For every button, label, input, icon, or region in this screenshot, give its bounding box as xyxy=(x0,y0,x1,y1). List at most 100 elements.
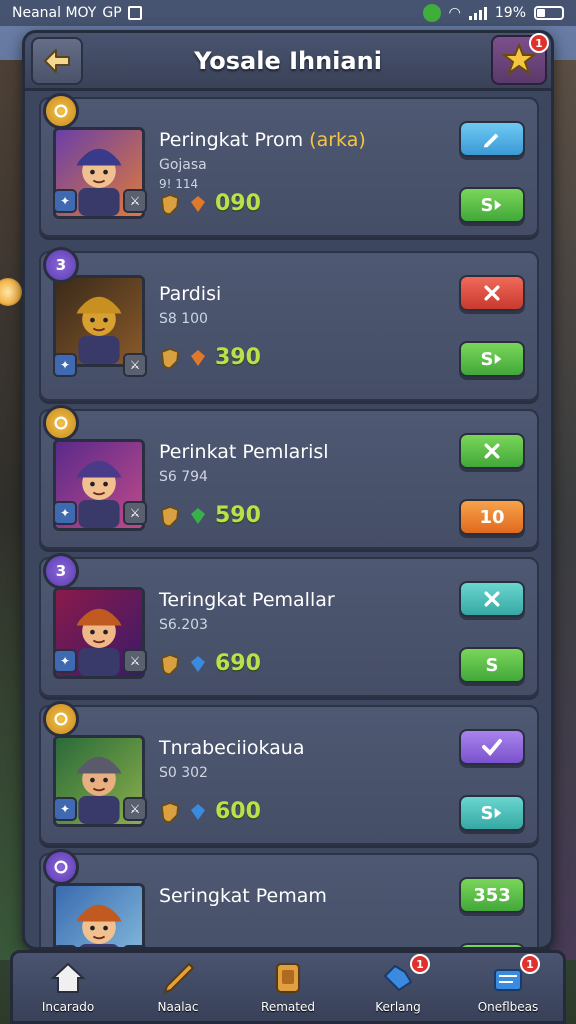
wifi-icon: ◠ xyxy=(448,5,461,21)
class-icon: ✦ xyxy=(53,189,77,213)
player-stats: 390 xyxy=(159,345,261,370)
gem-stat-icon xyxy=(191,349,205,366)
action-button-bottom[interactable]: S xyxy=(459,341,525,377)
star-button[interactable]: 1 xyxy=(491,33,549,85)
medal-icon xyxy=(54,712,68,726)
class-icon: ✦ xyxy=(53,797,77,821)
nav-label: Remated xyxy=(261,1000,315,1014)
ranking-card[interactable]: ✦ ⚔ Peringkat Prom (arka) Gojasa 9! 114 … xyxy=(39,93,539,237)
player-id: 9! 114 xyxy=(159,177,199,191)
action-button-top[interactable]: 353 xyxy=(459,877,525,913)
nav-label: Kerlang xyxy=(375,1000,421,1014)
nav-item-incarado[interactable]: Incarado xyxy=(18,960,118,1014)
active-call-icon xyxy=(422,4,441,22)
shield-stat-icon xyxy=(161,347,179,369)
ranking-card[interactable]: ✦ ⚔ Tnrabeciiokaua S0 302 600 S xyxy=(39,701,539,845)
action-button-bottom[interactable]: S xyxy=(459,647,525,683)
player-score: 390 xyxy=(215,345,261,370)
home-icon xyxy=(50,962,86,993)
action-button-bottom[interactable] xyxy=(459,943,525,947)
nav-label: Incarado xyxy=(41,1000,95,1014)
player-subtitle: S0 302 xyxy=(159,765,208,781)
carrier-suffix: GP xyxy=(102,5,122,21)
shield-stat-icon xyxy=(161,193,179,215)
rank-badge: 3 xyxy=(43,553,79,589)
medal-icon xyxy=(54,104,68,118)
skill-icon: ⚔ xyxy=(123,189,147,213)
action-button-top[interactable] xyxy=(459,433,525,469)
nav-notification-badge: 1 xyxy=(410,954,430,974)
action-button-top[interactable] xyxy=(459,121,525,157)
gem-stat-icon xyxy=(191,507,205,524)
action-button-top[interactable] xyxy=(459,581,525,617)
class-icon: ✦ xyxy=(53,649,77,673)
battery-percent: 19% xyxy=(494,5,526,21)
skill-icon: ⚔ xyxy=(123,353,147,377)
player-score: 090 xyxy=(215,191,261,216)
main-panel: Yosale Ihniani 1 ✦ ⚔ Peringkat Prom (ark… xyxy=(22,30,554,950)
nav-item-remated[interactable]: Remated xyxy=(238,960,338,1014)
ranking-card[interactable]: 3 ✦ ⚔ Teringkat Pemallar S6.203 690 S xyxy=(39,553,539,697)
player-avatar xyxy=(53,883,145,947)
player-subtitle: S6 794 xyxy=(159,469,208,485)
player-name: Tnrabeciiokaua xyxy=(159,737,305,759)
gem-stat-icon xyxy=(191,655,205,672)
sword-icon xyxy=(163,962,195,994)
player-stats: 600 xyxy=(159,799,261,824)
player-name: Peringkat Prom (arka) xyxy=(159,129,366,151)
shield-stat-icon xyxy=(161,505,179,527)
player-score: 600 xyxy=(215,799,261,824)
shield-icon xyxy=(276,963,300,993)
class-icon: ✦ xyxy=(53,353,77,377)
nav-item-naalac[interactable]: Naalac xyxy=(128,960,228,1014)
header-bar: Yosale Ihniani 1 xyxy=(25,33,551,91)
shield-stat-icon xyxy=(161,801,179,823)
medal-icon xyxy=(54,416,68,430)
player-name: Seringkat Pemam xyxy=(159,885,327,907)
player-name: Perinkat Pemlarisl xyxy=(159,441,329,463)
action-button-bottom[interactable]: S xyxy=(459,187,525,223)
carrier-text: Neanal MOY xyxy=(12,5,97,21)
action-button-bottom[interactable]: S xyxy=(459,795,525,831)
player-stats: 690 xyxy=(159,651,261,676)
notification-square-icon xyxy=(127,6,142,20)
ranking-card[interactable]: 3 ✦ ⚔ Pardisi S8 100 390 S xyxy=(39,247,539,401)
rank-badge xyxy=(43,93,79,129)
nav-item-oneflbeas[interactable]: Oneflbeas 1 xyxy=(458,954,558,1014)
player-subtitle: Gojasa xyxy=(159,157,207,173)
bottom-navigation: Incarado Naalac Remated Kerlang 1 Oneflbeas 1 xyxy=(10,950,566,1024)
ranking-card[interactable]: ✦ ⚔ Perinkat Pemlarisl S6 794 590 10 xyxy=(39,405,539,549)
action-button-top[interactable] xyxy=(459,275,525,311)
player-subtitle: S8 100 xyxy=(159,311,208,327)
action-button-top[interactable] xyxy=(459,729,525,765)
ranking-card[interactable]: ✦ ⚔ Seringkat Pemam 353 xyxy=(39,849,539,947)
player-stats: 090 xyxy=(159,191,261,216)
player-stats: 590 xyxy=(159,503,261,528)
skill-icon: ⚔ xyxy=(123,797,147,821)
nav-notification-badge: 1 xyxy=(520,954,540,974)
gem-stat-icon xyxy=(191,803,205,820)
player-score: 690 xyxy=(215,651,261,676)
player-name: Teringkat Pemallar xyxy=(159,589,335,611)
nav-item-kerlang[interactable]: Kerlang 1 xyxy=(348,954,448,1014)
medal-icon xyxy=(54,860,68,874)
rank-badge: 3 xyxy=(43,247,79,283)
rank-badge xyxy=(43,849,79,885)
status-bar: Neanal MOY GP ◠ 19% xyxy=(0,0,576,26)
gem-stat-icon xyxy=(191,195,205,212)
back-arrow-icon xyxy=(44,49,70,73)
back-button[interactable] xyxy=(31,37,83,85)
character-portrait-icon xyxy=(56,278,142,364)
class-icon: ✦ xyxy=(53,501,77,525)
battery-icon xyxy=(534,6,564,20)
rank-badge xyxy=(43,405,79,441)
star-notification-badge: 1 xyxy=(529,33,549,53)
nav-label: Naalac xyxy=(157,1000,199,1014)
page-title: Yosale Ihniani xyxy=(194,46,382,75)
ranking-list: ✦ ⚔ Peringkat Prom (arka) Gojasa 9! 114 … xyxy=(39,93,539,947)
player-subtitle: S6.203 xyxy=(159,617,208,633)
action-button-bottom[interactable]: 10 xyxy=(459,499,525,535)
skill-icon: ⚔ xyxy=(123,649,147,673)
character-portrait-icon xyxy=(56,886,142,947)
player-name: Pardisi xyxy=(159,283,222,305)
